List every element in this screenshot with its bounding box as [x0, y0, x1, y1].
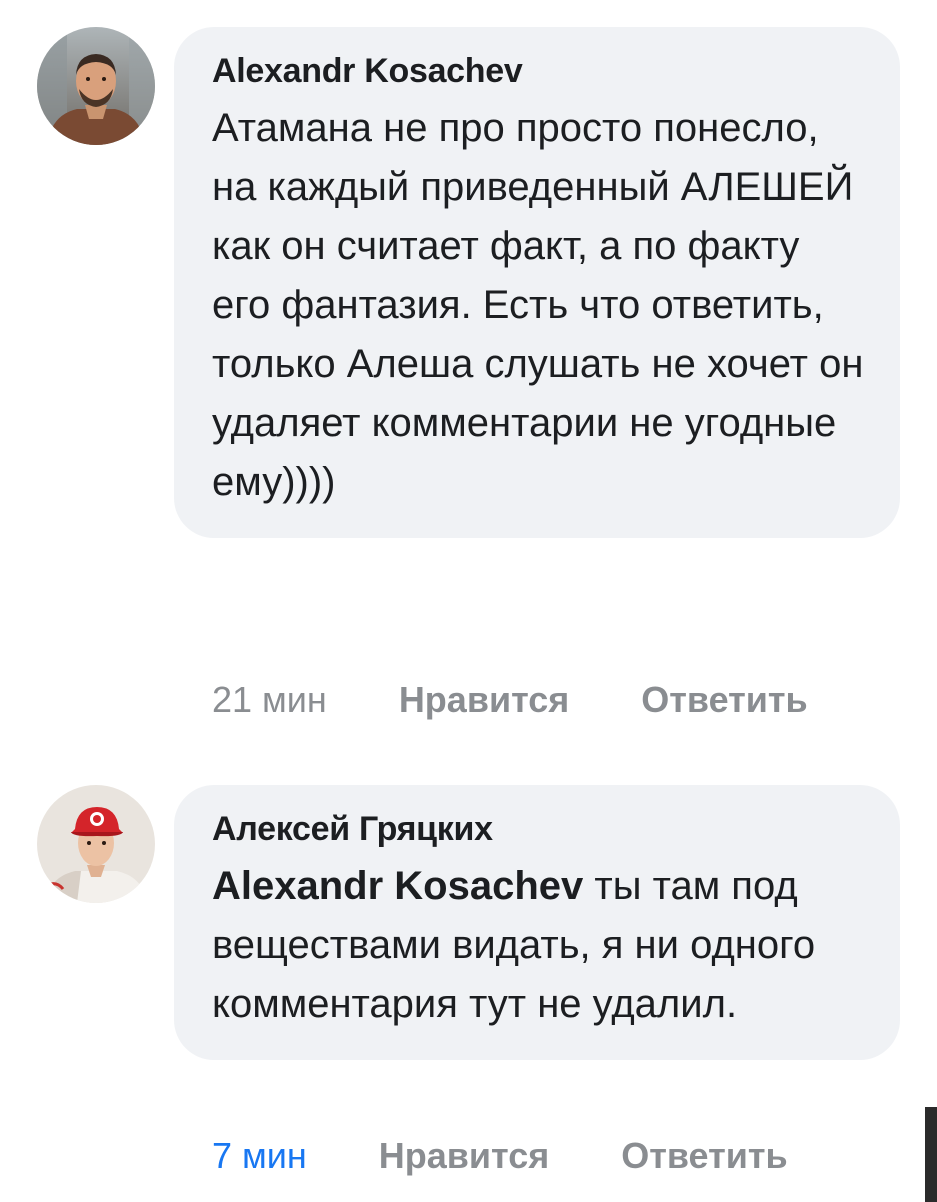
comment-body: Атамана не про просто понесло, на каждый… — [212, 106, 864, 504]
reply-button[interactable]: Ответить — [641, 680, 807, 720]
comment-text: Alexandr Kosachev ты там под веществами … — [212, 857, 866, 1034]
scrollbar[interactable] — [925, 1107, 937, 1202]
comment-actions: 21 мин Нравится Ответить — [212, 680, 808, 720]
avatar-icon[interactable] — [37, 785, 155, 903]
comment-bubble: Алексей Гряцких Alexandr Kosachev ты там… — [174, 785, 900, 1060]
avatar-icon[interactable] — [37, 27, 155, 145]
comment-time: 7 мин — [212, 1135, 307, 1176]
reply-button[interactable]: Ответить — [621, 1136, 787, 1176]
comment-actions: 7 мин Нравится Ответить — [212, 1136, 788, 1176]
comment-text: Атамана не про просто понесло, на каждый… — [212, 99, 866, 512]
comment-time: 21 мин — [212, 679, 327, 720]
like-button[interactable]: Нравится — [379, 1136, 549, 1176]
comment-author[interactable]: Alexandr Kosachev — [212, 51, 866, 91]
mention-link[interactable]: Alexandr Kosachev — [212, 864, 583, 908]
comment-author[interactable]: Алексей Гряцких — [212, 809, 866, 849]
comment-bubble: Alexandr Kosachev Атамана не про просто … — [174, 27, 900, 538]
like-button[interactable]: Нравится — [399, 680, 569, 720]
